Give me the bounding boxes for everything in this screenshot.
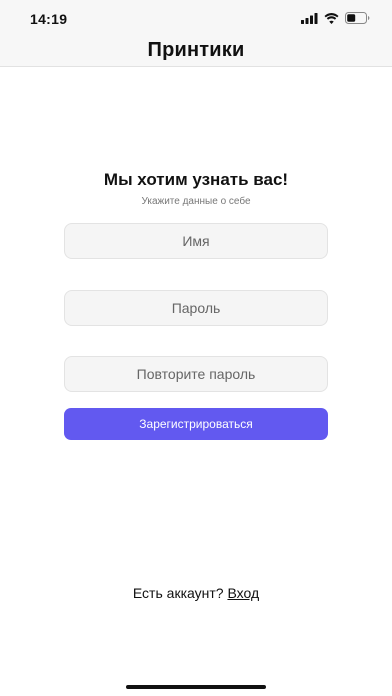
status-icons <box>301 12 370 24</box>
login-prompt-text: Есть аккаунт? <box>132 585 224 601</box>
login-prompt-row: Есть аккаунт? Вход <box>0 585 392 601</box>
password-repeat-field[interactable] <box>64 356 328 392</box>
wifi-icon <box>324 12 339 24</box>
name-field[interactable] <box>64 223 328 259</box>
app-title: Принтики <box>147 38 245 61</box>
cellular-signal-icon <box>301 12 318 24</box>
status-bar: 14:19 <box>0 0 392 34</box>
password-field[interactable] <box>64 290 328 326</box>
home-indicator[interactable] <box>126 685 266 689</box>
form-heading: Мы хотим узнать вас! <box>103 170 289 189</box>
registration-screen: 14:19 Принтики Мы хотим узнать вас! Укаж… <box>0 0 392 696</box>
register-button[interactable]: Зарегистрироваться <box>64 408 328 440</box>
nav-bar: Принтики <box>0 34 392 67</box>
form-subheading: Укажите данные о себе <box>141 196 251 207</box>
status-time: 14:19 <box>30 11 68 27</box>
battery-icon <box>345 12 370 24</box>
login-link[interactable]: Вход <box>227 585 259 601</box>
